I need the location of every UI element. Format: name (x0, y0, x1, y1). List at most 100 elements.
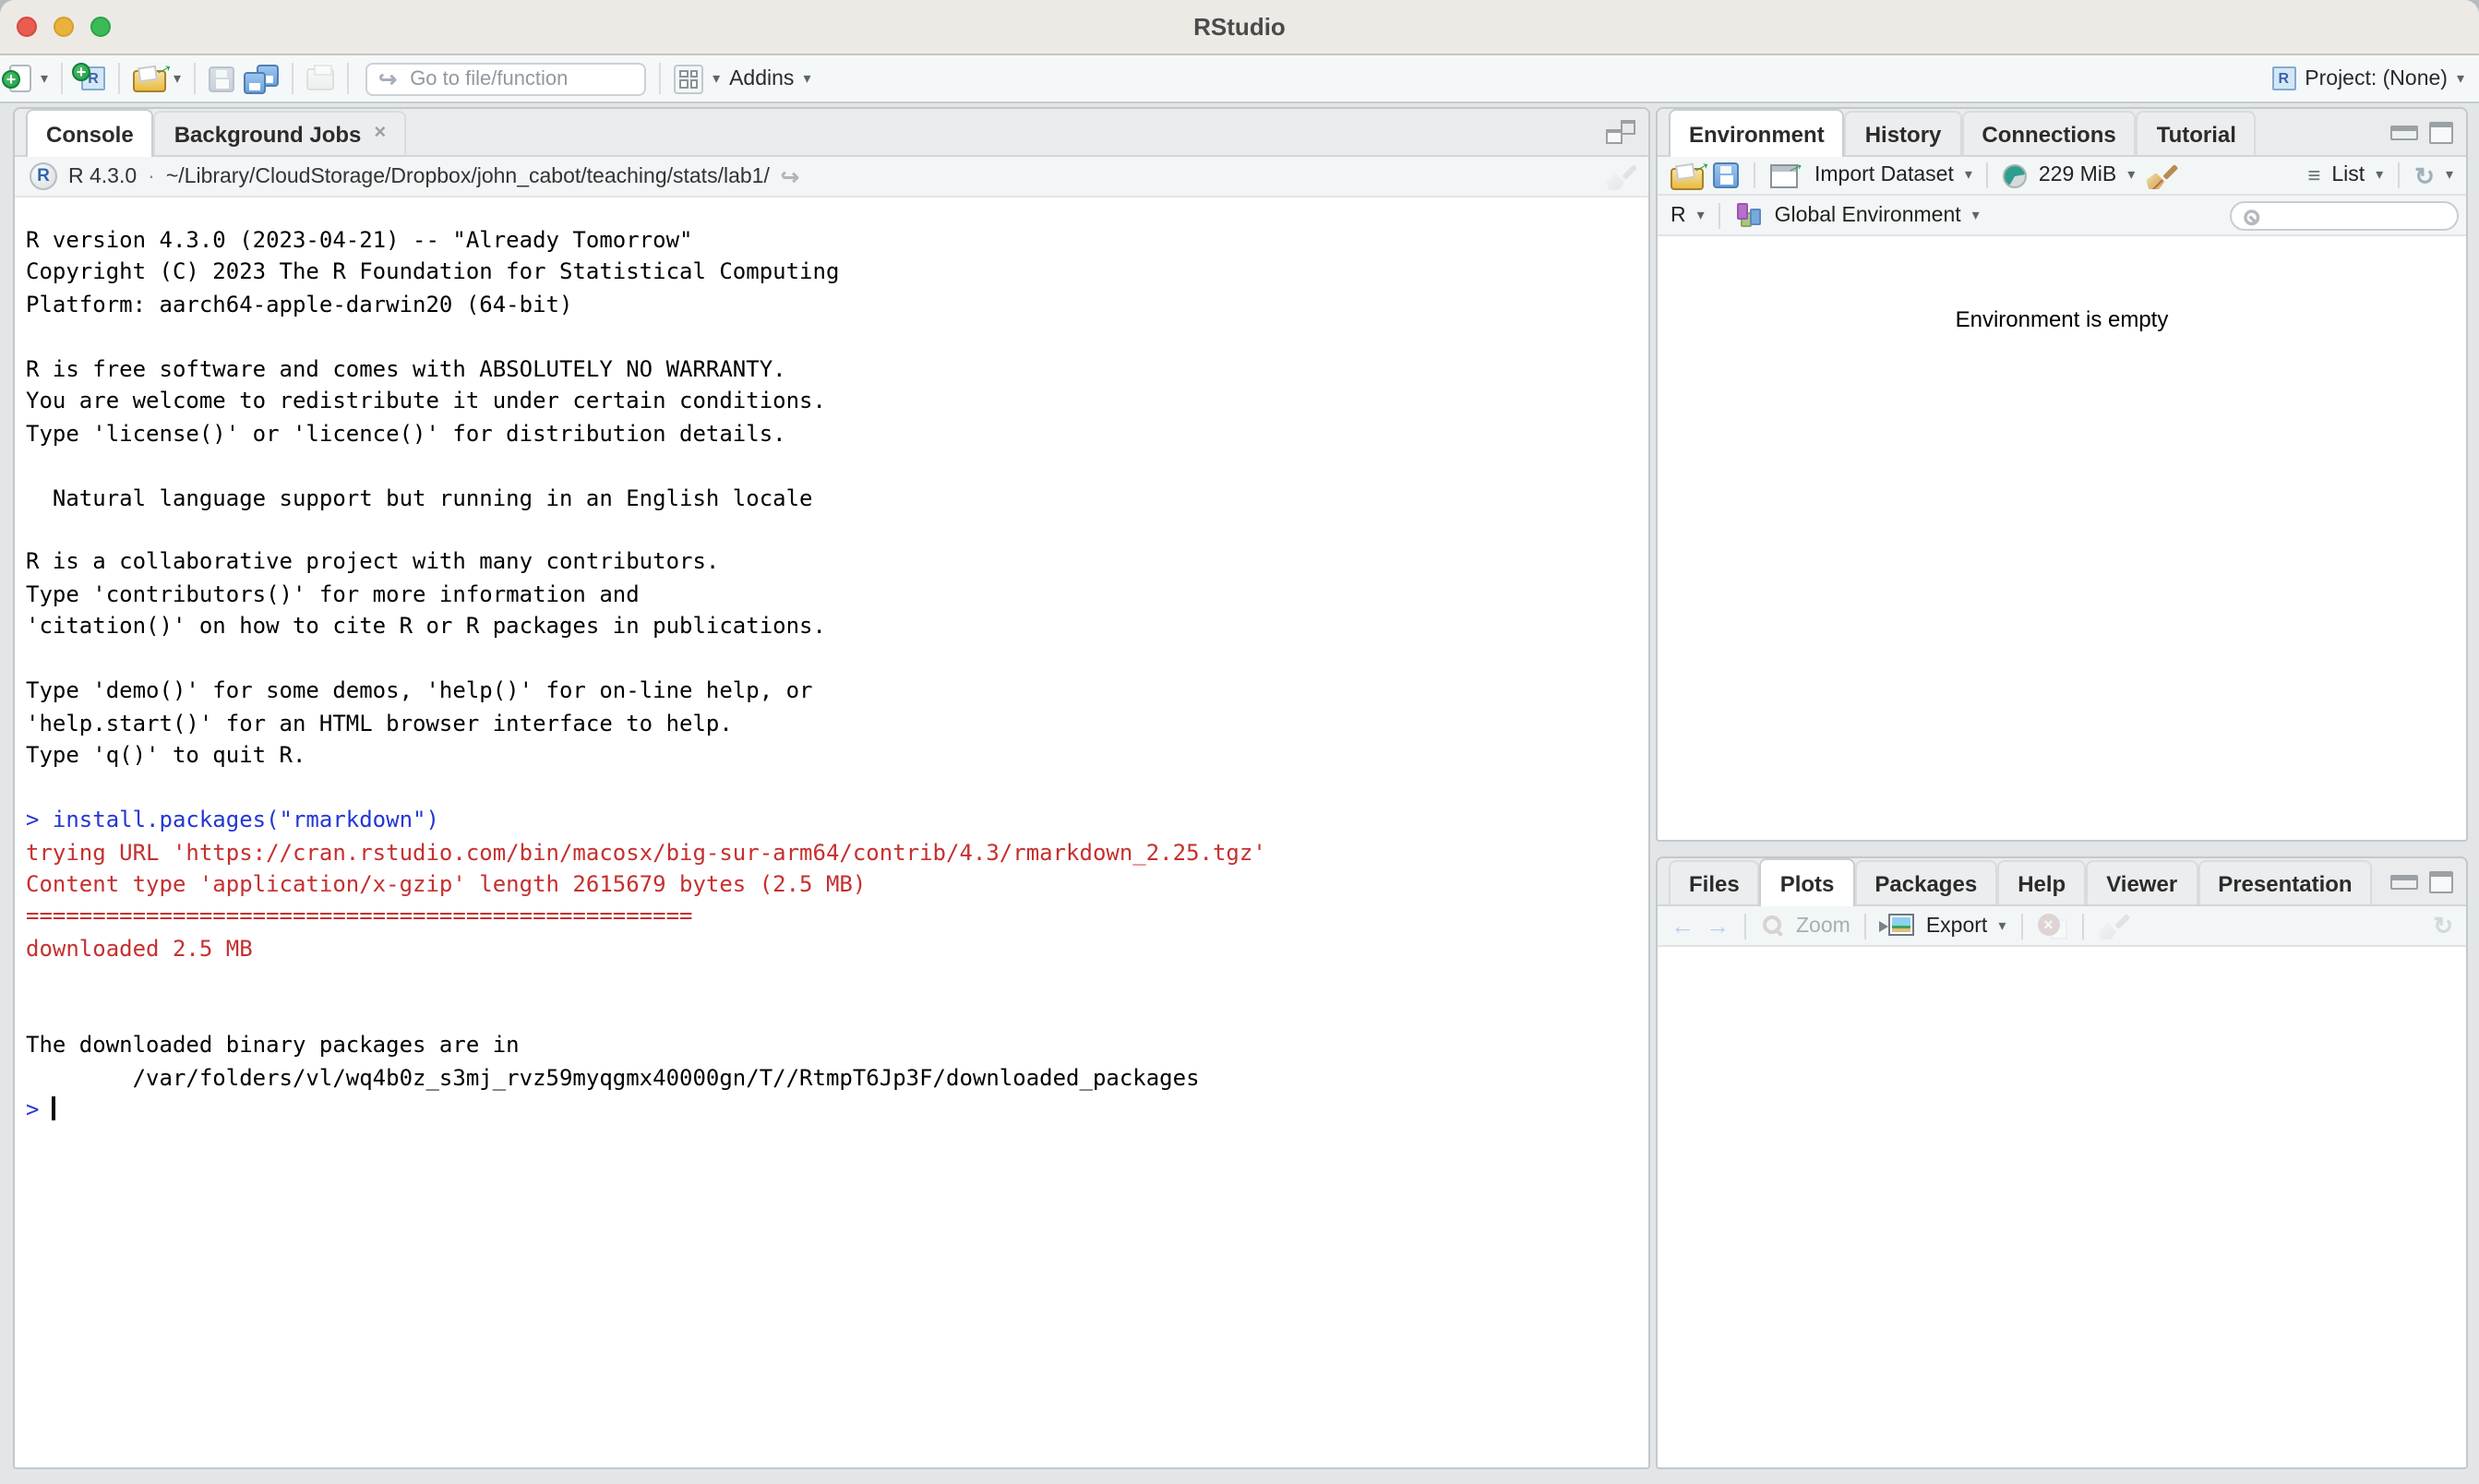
clear-environment-broom-icon[interactable] (2146, 162, 2174, 189)
r-letter: R (2273, 68, 2293, 89)
plots-panel: FilesPlots Packages Help Viewer Presentation… (1656, 856, 2468, 1469)
tab-label: Viewer (2106, 870, 2177, 896)
tab-files[interactable]: Files (1669, 860, 1760, 904)
toolbar-divider (118, 63, 120, 94)
tab-help[interactable]: Help (1997, 860, 2086, 904)
chevron-down-icon: ▾ (2457, 71, 2464, 86)
console-line: trying URL 'https://cran.rstudio.com/bin… (26, 837, 1648, 869)
chevron-down-icon[interactable]: ▾ (1972, 208, 1980, 222)
tab-background-jobs[interactable]: Background Jobs× (154, 111, 407, 155)
maximize-pane-icon[interactable] (2429, 121, 2453, 143)
import-dataset-label[interactable]: Import Dataset (1814, 164, 1954, 186)
memory-usage-pie-icon[interactable] (2004, 163, 2028, 187)
window-title: RStudio (0, 0, 2479, 54)
scope-selector-label[interactable]: Global Environment (1775, 204, 1961, 226)
console-line (26, 644, 1648, 676)
save-workspace-icon[interactable] (1713, 162, 1739, 188)
next-plot-icon[interactable]: → (1706, 914, 1730, 938)
minimize-pane-icon[interactable] (2390, 125, 2418, 139)
addins-label[interactable]: Addins (729, 67, 794, 90)
pane-layout-icon[interactable] (674, 64, 703, 93)
tab-label: Help (2018, 870, 2066, 896)
maximize-pane-icon[interactable] (1606, 120, 1635, 144)
import-dataset-icon[interactable]: → (1770, 163, 1803, 187)
plots-body (1658, 947, 2466, 1467)
tab-packages[interactable]: Packages (1854, 860, 1997, 904)
toolbar-divider (1865, 913, 1867, 939)
tab-history[interactable]: History (1845, 111, 1962, 155)
print-icon[interactable] (306, 67, 334, 90)
console-line: Type 'contributors()' for more informati… (26, 580, 1648, 612)
list-view-icon[interactable]: ≡ (2307, 162, 2320, 188)
share-arrow-icon[interactable]: ↪ (781, 163, 799, 189)
plots-toolbar: ← → Zoom Export ▾ ↻ (1658, 906, 2466, 947)
chevron-down-icon[interactable]: ▾ (1998, 918, 2006, 933)
zoom-plot-icon[interactable] (1761, 914, 1785, 938)
goto-input[interactable] (406, 66, 637, 91)
tab-environment[interactable]: Environment (1669, 109, 1845, 157)
environment-search-box[interactable] (2230, 200, 2459, 230)
minimize-pane-icon[interactable] (2390, 874, 2418, 889)
environment-search-input[interactable] (2265, 202, 2449, 228)
list-view-label[interactable]: List (2331, 164, 2365, 186)
project-label: Project: (None) (2305, 67, 2448, 90)
tab-spacer (2373, 858, 2390, 904)
zoom-window-button[interactable] (90, 17, 111, 37)
zoom-plot-label[interactable]: Zoom (1796, 915, 1850, 937)
previous-plot-icon[interactable]: ← (1671, 914, 1695, 938)
remove-plot-icon[interactable] (2037, 913, 2066, 939)
toolbar-divider (347, 63, 349, 94)
load-workspace-icon[interactable]: → (1671, 163, 1702, 187)
clear-console-broom-icon[interactable] (1606, 162, 1634, 190)
console-output[interactable]: R version 4.3.0 (2023-04-21) -- "Already… (15, 197, 1648, 1467)
tab-tutorial[interactable]: Tutorial (2137, 111, 2257, 155)
r-version-label[interactable]: R 4.3.0 (68, 165, 137, 187)
chevron-down-icon[interactable]: ▾ (2376, 168, 2383, 183)
minimize-window-button[interactable] (54, 17, 74, 37)
chevron-down-icon[interactable]: ▾ (1697, 208, 1705, 222)
language-selector-label[interactable]: R (1671, 204, 1686, 226)
chevron-down-icon[interactable]: ▾ (2446, 168, 2453, 183)
maximize-pane-icon[interactable] (2429, 870, 2453, 892)
close-icon[interactable]: × (374, 124, 386, 144)
tab-label: Packages (1874, 870, 1977, 896)
export-plot-icon[interactable] (1882, 913, 1915, 939)
chevron-down-icon[interactable]: ▾ (2127, 168, 2135, 183)
project-menu[interactable]: R Project: (None) ▾ (2271, 66, 2464, 90)
environment-tabbar: Environment History Connections Tutorial (1658, 109, 2466, 157)
goto-file-search[interactable]: ↪ (365, 62, 646, 95)
tab-presentation[interactable]: Presentation (2198, 860, 2372, 904)
plots-tabbar: FilesPlots Packages Help Viewer Presentation (1658, 858, 2466, 906)
search-icon (2243, 208, 2258, 223)
clear-plots-broom-icon[interactable] (2098, 912, 2126, 939)
open-file-icon[interactable]: → (133, 66, 164, 90)
title-bar: RStudio (0, 0, 2479, 55)
refresh-icon[interactable]: ↻ (2414, 163, 2435, 187)
toolbar-divider (2398, 162, 2400, 188)
tab-label: Tutorial (2157, 121, 2236, 147)
tab-plots[interactable]: Plots (1760, 858, 1855, 906)
tab-label: History (1865, 121, 1942, 147)
close-window-button[interactable] (17, 17, 37, 37)
traffic-lights (17, 17, 111, 37)
memory-usage-label[interactable]: 229 MiB (2039, 164, 2116, 186)
save-icon[interactable] (209, 66, 234, 91)
chevron-down-icon[interactable]: ▾ (713, 71, 720, 86)
chevron-down-icon[interactable]: ▾ (803, 71, 810, 86)
save-all-icon[interactable] (244, 64, 279, 93)
refresh-icon[interactable]: ↻ (2433, 914, 2453, 938)
new-project-icon[interactable]: R (76, 65, 105, 92)
tab-spacer (2257, 109, 2390, 155)
new-file-icon[interactable] (9, 65, 31, 92)
toolbar-divider (1754, 162, 1755, 188)
chevron-down-icon[interactable]: ▾ (41, 71, 48, 86)
tab-spacer (406, 109, 1606, 155)
export-plot-label[interactable]: Export (1926, 915, 1988, 937)
tab-viewer[interactable]: Viewer (2086, 860, 2198, 904)
tab-console[interactable]: Console (26, 109, 154, 157)
console-line: ========================================… (26, 902, 1648, 934)
tab-connections[interactable]: Connections (1961, 111, 2136, 155)
toolbar-divider (61, 63, 63, 94)
chevron-down-icon[interactable]: ▾ (1965, 168, 1972, 183)
toolbar-divider (2081, 913, 2083, 939)
